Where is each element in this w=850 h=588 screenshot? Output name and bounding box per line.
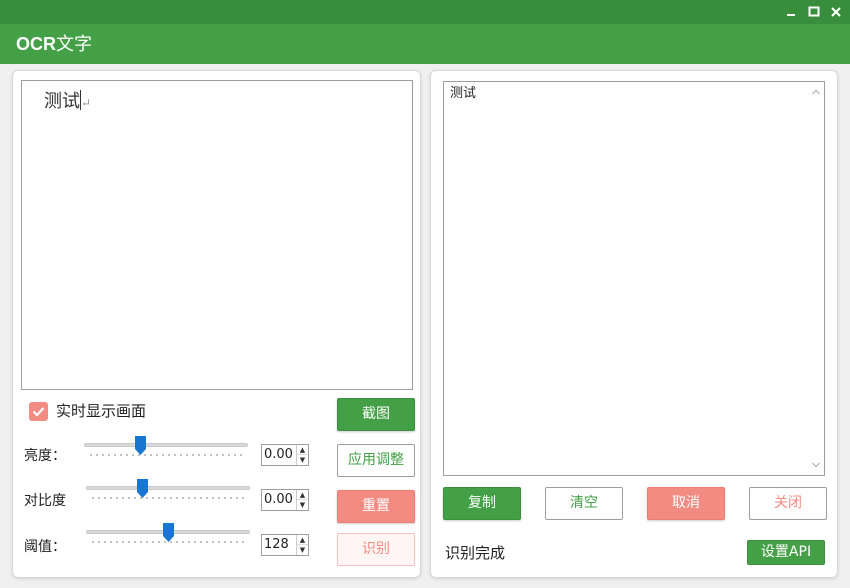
result-textbox[interactable]: 测试 <box>443 81 825 476</box>
title-bar <box>0 0 850 24</box>
apply-adjustments-button[interactable]: 应用调整 <box>337 444 415 477</box>
set-api-button[interactable]: 设置API <box>747 540 825 565</box>
clear-button[interactable]: 清空 <box>545 487 623 520</box>
preview-text: 测试 <box>44 91 80 112</box>
minimize-icon[interactable] <box>783 4 799 20</box>
capture-button[interactable]: 截图 <box>337 398 415 431</box>
spin-up-icon[interactable]: ▲ <box>297 445 308 455</box>
realtime-checkbox[interactable] <box>29 402 48 421</box>
spin-down-icon[interactable]: ▼ <box>297 455 308 465</box>
brightness-label: 亮度： <box>24 448 66 464</box>
app-header: OCR文字 <box>0 24 850 64</box>
threshold-label: 阈值： <box>24 539 66 555</box>
spin-arrows: ▲ ▼ <box>296 535 308 555</box>
preview-content: 测试↵ <box>44 87 91 113</box>
image-preview: 测试↵ <box>21 80 413 390</box>
scroll-up-icon[interactable] <box>808 84 824 100</box>
reset-button[interactable]: 重置 <box>337 490 415 523</box>
threshold-value[interactable]: 128 <box>264 537 289 553</box>
threshold-slider[interactable] <box>86 523 250 549</box>
contrast-value[interactable]: 0.00 <box>264 492 293 508</box>
slider-thumb[interactable] <box>163 523 174 543</box>
app-title: OCR文字 <box>16 32 92 57</box>
paragraph-mark-icon: ↵ <box>81 96 92 110</box>
spin-arrows: ▲ ▼ <box>296 490 308 510</box>
spin-down-icon[interactable]: ▼ <box>297 545 308 555</box>
app-title-cjk: 文字 <box>56 34 92 55</box>
brightness-value[interactable]: 0.00 <box>264 447 293 463</box>
contrast-spinbox[interactable]: 0.00 ▲ ▼ <box>261 489 309 511</box>
result-text[interactable]: 测试 <box>450 85 476 103</box>
spin-arrows: ▲ ▼ <box>296 445 308 465</box>
result-scrollbar[interactable] <box>808 82 824 475</box>
close-icon[interactable] <box>828 4 844 20</box>
slider-thumb[interactable] <box>137 479 148 499</box>
brightness-slider[interactable] <box>84 436 248 462</box>
spin-up-icon[interactable]: ▲ <box>297 490 308 500</box>
close-button[interactable]: 关闭 <box>749 487 827 520</box>
checkmark-icon <box>32 407 45 417</box>
brightness-spinbox[interactable]: 0.00 ▲ ▼ <box>261 444 309 466</box>
contrast-label: 对比度 <box>24 493 66 509</box>
slider-thumb[interactable] <box>135 436 146 456</box>
contrast-slider[interactable] <box>86 479 250 505</box>
slider-ticks <box>90 497 246 499</box>
spin-down-icon[interactable]: ▼ <box>297 500 308 510</box>
spin-up-icon[interactable]: ▲ <box>297 535 308 545</box>
copy-button[interactable]: 复制 <box>443 487 521 520</box>
scroll-down-icon[interactable] <box>808 457 824 473</box>
cancel-button[interactable]: 取消 <box>647 487 725 520</box>
slider-ticks <box>88 454 244 456</box>
slider-track <box>84 443 248 447</box>
realtime-label: 实时显示画面 <box>56 402 147 420</box>
maximize-icon[interactable] <box>806 4 822 20</box>
threshold-spinbox[interactable]: 128 ▲ ▼ <box>261 534 309 556</box>
status-text: 识别完成 <box>445 544 506 562</box>
slider-track <box>86 486 250 490</box>
app-title-latin: OCR <box>16 34 56 54</box>
recognize-button[interactable]: 识别 <box>337 533 415 566</box>
